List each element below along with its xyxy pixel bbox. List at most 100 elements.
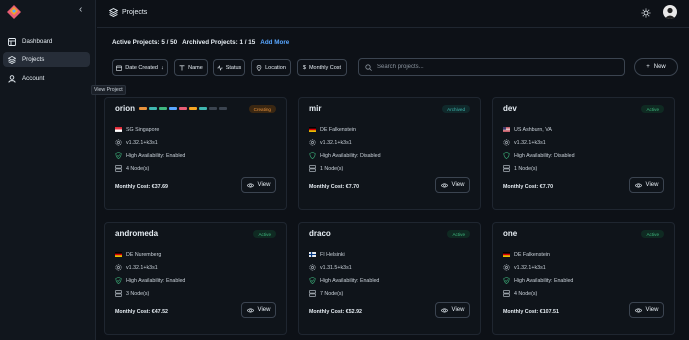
view-project-button[interactable]: View bbox=[629, 302, 664, 318]
version-text: v1.32.1+k3s1 bbox=[320, 139, 352, 146]
sidebar-item-label: Account bbox=[22, 75, 45, 82]
sort-location-button[interactable]: Location bbox=[251, 59, 291, 76]
project-card[interactable]: dev Active US Ashburn, VA v1.32.1+k3s1 H… bbox=[492, 97, 675, 210]
status-badge: Active bbox=[641, 230, 664, 238]
sort-name-button[interactable]: Name bbox=[174, 59, 208, 76]
ha-text: High Availability: Enabled bbox=[126, 152, 186, 159]
ha-text: High Availability: Enabled bbox=[514, 277, 574, 284]
sidebar-item-projects[interactable]: Projects bbox=[3, 52, 90, 67]
view-label: View bbox=[257, 182, 271, 188]
sort-date-created-button[interactable]: Date Created ↓ bbox=[112, 59, 168, 76]
eye-icon bbox=[440, 183, 448, 187]
avatar[interactable] bbox=[663, 5, 677, 19]
top-bar: Projects bbox=[97, 0, 689, 28]
view-project-button[interactable]: View bbox=[629, 177, 664, 193]
settings-gear-icon bbox=[115, 139, 122, 146]
collapse-sidebar-icon[interactable]: ‹ bbox=[79, 4, 82, 15]
project-location: SG Singapore bbox=[115, 126, 159, 133]
view-project-button[interactable]: View bbox=[435, 302, 470, 318]
view-project-button[interactable]: View bbox=[435, 177, 470, 193]
project-version: v1.31.5+k3s1 bbox=[309, 264, 352, 271]
search-bar[interactable] bbox=[358, 58, 625, 76]
nodes-text: 1 Node(s) bbox=[320, 165, 344, 172]
view-label: View bbox=[451, 307, 465, 313]
text-icon bbox=[179, 64, 185, 70]
layers-icon bbox=[109, 8, 118, 17]
settings-gear-icon bbox=[309, 264, 316, 271]
project-location: DE Falkenstein bbox=[503, 251, 550, 258]
server-icon bbox=[115, 290, 122, 297]
filter-label: Location bbox=[265, 64, 286, 71]
project-card[interactable]: orion Creating SG Singapore v1.32.1+k3s1… bbox=[104, 97, 287, 210]
dashboard-icon bbox=[8, 37, 16, 46]
ha-text: High Availability: Disabled bbox=[320, 152, 381, 159]
project-card[interactable]: one Active DE Falkenstein v1.32.1+k3s1 H… bbox=[492, 222, 675, 335]
active-projects-count: Active Projects: 5 / 50 bbox=[112, 39, 178, 46]
version-text: v1.31.5+k3s1 bbox=[320, 264, 352, 271]
filter-label: Name bbox=[188, 64, 203, 71]
user-icon bbox=[8, 74, 16, 83]
project-summary: Active Projects: 5 / 50 Archived Project… bbox=[112, 39, 289, 46]
dollar-icon: $ bbox=[302, 64, 306, 71]
add-more-link[interactable]: Add More bbox=[260, 39, 289, 46]
tooltip: View Project bbox=[91, 85, 126, 95]
server-icon bbox=[115, 165, 122, 172]
settings-gear-icon bbox=[503, 139, 510, 146]
monthly-cost: Monthly Cost: €52.92 bbox=[309, 309, 362, 315]
project-card[interactable]: mir Archived DE Falkenstein v1.32.1+k3s1… bbox=[298, 97, 481, 210]
version-text: v1.32.1+k3s1 bbox=[514, 139, 546, 146]
nodes-text: 7 Node(s) bbox=[320, 290, 344, 297]
monthly-cost: Monthly Cost: €107.51 bbox=[503, 309, 559, 315]
shield-icon bbox=[503, 152, 510, 159]
flag-sg-icon bbox=[115, 127, 122, 132]
high-availability: High Availability: Enabled bbox=[503, 277, 573, 284]
high-availability: High Availability: Enabled bbox=[115, 152, 185, 159]
eye-icon bbox=[440, 308, 448, 312]
view-project-button[interactable]: View bbox=[241, 177, 276, 193]
new-button-label: New bbox=[653, 64, 666, 70]
node-count: 1 Node(s) bbox=[503, 165, 537, 172]
ha-text: High Availability: Enabled bbox=[126, 277, 186, 284]
new-project-button[interactable]: + New bbox=[634, 58, 678, 76]
project-location: DE Falkenstein bbox=[309, 126, 356, 133]
flag-us-icon bbox=[503, 127, 510, 132]
flag-de-icon bbox=[503, 252, 510, 257]
sort-status-button[interactable]: Status bbox=[213, 59, 245, 76]
search-input[interactable] bbox=[377, 64, 607, 70]
node-count: 4 Node(s) bbox=[115, 165, 149, 172]
filter-label: Date Created bbox=[125, 64, 158, 71]
project-card[interactable]: draco Active FI Helsinki v1.31.5+k3s1 Hi… bbox=[298, 222, 481, 335]
settings-gear-icon bbox=[503, 264, 510, 271]
node-count: 7 Node(s) bbox=[309, 290, 343, 297]
project-name: dev bbox=[503, 104, 517, 113]
monthly-cost: Monthly Cost: €7.70 bbox=[309, 184, 360, 190]
nodes-text: 4 Node(s) bbox=[126, 165, 150, 172]
sidebar-item-account[interactable]: Account bbox=[3, 71, 90, 86]
ha-text: High Availability: Disabled bbox=[514, 152, 575, 159]
location-text: DE Nuremberg bbox=[126, 251, 162, 258]
eye-icon bbox=[634, 183, 642, 187]
view-project-button[interactable]: View bbox=[241, 302, 276, 318]
location-text: US Ashburn, VA bbox=[514, 126, 552, 133]
ha-text: High Availability: Enabled bbox=[320, 277, 380, 284]
app-logo-icon[interactable] bbox=[7, 5, 21, 19]
project-name: draco bbox=[309, 229, 331, 238]
theme-toggle-sun-icon[interactable] bbox=[641, 8, 651, 18]
sort-monthly-cost-button[interactable]: $ Monthly Cost bbox=[297, 59, 347, 76]
search-icon bbox=[365, 63, 372, 71]
location-text: DE Falkenstein bbox=[320, 126, 356, 133]
status-badge: Creating bbox=[248, 105, 276, 113]
project-card[interactable]: andromeda Active DE Nuremberg v1.32.1+k3… bbox=[104, 222, 287, 335]
archived-projects-count: Archived Projects: 1 / 15 bbox=[182, 39, 256, 46]
node-count: 3 Node(s) bbox=[115, 290, 149, 297]
eye-icon bbox=[634, 308, 642, 312]
node-count: 1 Node(s) bbox=[309, 165, 343, 172]
shield-check-icon bbox=[115, 277, 122, 284]
settings-gear-icon bbox=[115, 264, 122, 271]
shield-icon bbox=[309, 152, 316, 159]
project-location: FI Helsinki bbox=[309, 251, 345, 258]
location-text: SG Singapore bbox=[126, 126, 160, 133]
project-version: v1.32.1+k3s1 bbox=[115, 139, 158, 146]
status-badge: Archived bbox=[442, 105, 470, 113]
sidebar-item-dashboard[interactable]: Dashboard bbox=[3, 34, 90, 49]
